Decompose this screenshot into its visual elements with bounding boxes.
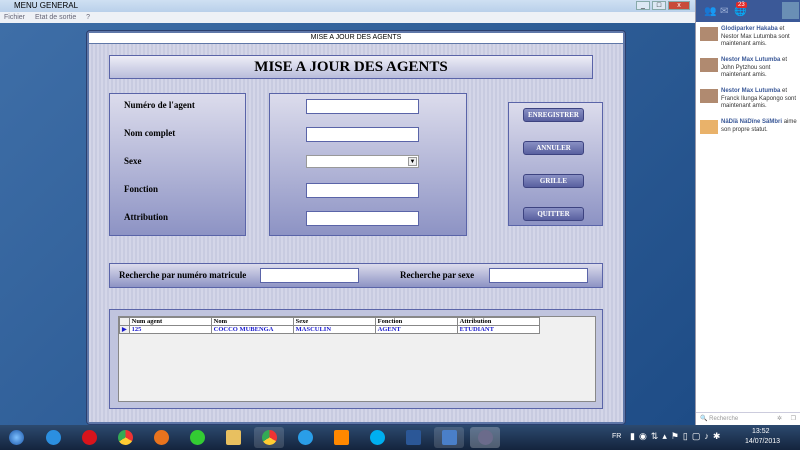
- fields-panel: ▼: [269, 93, 467, 236]
- cell[interactable]: COCCO MUBENGA: [210, 325, 294, 334]
- facebook-sidebar: 👥 ✉ 🌐 23 Glodiparker Hakaba et Nestor Ma…: [695, 0, 800, 425]
- col-nom[interactable]: Nom: [210, 317, 294, 326]
- media-player-icon[interactable]: [290, 427, 320, 448]
- agents-dialog: MISE A JOUR DES AGENTS MISE A JOUR DES A…: [86, 30, 626, 425]
- col-attribution[interactable]: Attribution: [456, 317, 540, 326]
- facebook-search-input[interactable]: 🔍 Recherche ✲ ❐: [696, 412, 800, 425]
- nom-input[interactable]: [306, 127, 419, 142]
- list-item[interactable]: NäDïä NäDïne SäMbri aime son propre stat…: [700, 119, 800, 134]
- label-attribution: Attribution: [124, 212, 169, 222]
- list-item[interactable]: Nestor Max Lutumba et John Pytzhou sont …: [700, 57, 800, 80]
- clock-date[interactable]: 14/07/2013: [745, 438, 780, 445]
- page-heading: MISE A JOUR DES AGENTS: [109, 55, 593, 79]
- maximize-button[interactable]: □: [652, 1, 666, 10]
- chrome-window-icon[interactable]: [254, 427, 284, 448]
- firefox-icon[interactable]: [146, 427, 176, 448]
- word-icon[interactable]: [398, 427, 428, 448]
- actions-panel: ENREGISTRER ANNULER GRILLE QUITTER: [508, 102, 603, 226]
- fonction-input[interactable]: [306, 183, 419, 198]
- menu-fichier[interactable]: Fichier: [4, 14, 25, 21]
- row-selector-icon[interactable]: ▶: [119, 325, 130, 334]
- start-button[interactable]: [2, 427, 30, 448]
- friend-name: Nestor Max Lutumba: [721, 88, 781, 94]
- cell[interactable]: 125: [128, 325, 212, 334]
- language-indicator[interactable]: FR: [612, 433, 621, 440]
- grille-button[interactable]: GRILLE: [523, 174, 584, 188]
- avatar: [700, 27, 718, 41]
- col-num-agent[interactable]: Num agent: [128, 317, 212, 326]
- taskbar: FR ▮◉⇅▴⚑▯▢♪✱ 13:52 14/07/2013: [0, 425, 800, 450]
- cell[interactable]: MASCULIN: [292, 325, 376, 334]
- facebook-toolbar: 👥 ✉ 🌐 23: [696, 0, 800, 22]
- explorer-icon[interactable]: [218, 427, 248, 448]
- label-fonction: Fonction: [124, 184, 159, 194]
- col-fonction[interactable]: Fonction: [374, 317, 458, 326]
- vlc-icon[interactable]: [326, 427, 356, 448]
- ie-icon[interactable]: [38, 427, 68, 448]
- chevron-down-icon[interactable]: ▼: [408, 157, 417, 166]
- labels-panel: Numéro de l'agent Nom complet Sexe Fonct…: [109, 93, 246, 236]
- agents-grid[interactable]: Num agent Nom Sexe Fonction Attribution …: [118, 316, 596, 402]
- table-row[interactable]: ▶ 125 COCCO MUBENGA MASCULIN AGENT ETUDI…: [119, 325, 540, 334]
- annuler-button[interactable]: ANNULER: [523, 141, 584, 155]
- numero-input[interactable]: [306, 99, 419, 114]
- minimize-button[interactable]: _: [636, 1, 650, 10]
- search-sexe-label: Recherche par sexe: [400, 270, 475, 280]
- close-button[interactable]: x: [668, 1, 690, 10]
- grid-frame: Num agent Nom Sexe Fonction Attribution …: [109, 309, 603, 409]
- list-item[interactable]: Glodiparker Hakaba et Nestor Max Lutumba…: [700, 26, 800, 49]
- dialog-title: MISE A JOUR DES AGENTS: [89, 33, 623, 43]
- label-numero: Numéro de l'agent: [124, 100, 195, 110]
- clock-time[interactable]: 13:52: [752, 428, 770, 435]
- menu-help[interactable]: ?: [86, 14, 90, 21]
- search-panel: Recherche par numéro matricule Recherche…: [109, 263, 603, 288]
- menu-bar: Fichier Etat de sortie ?: [0, 12, 695, 23]
- app-green-icon[interactable]: [182, 427, 212, 448]
- cell[interactable]: ETUDIANT: [456, 325, 540, 334]
- menu-etat-de-sortie[interactable]: Etat de sortie: [35, 14, 76, 21]
- attribution-input[interactable]: [306, 211, 419, 226]
- messages-icon[interactable]: ✉: [720, 6, 728, 17]
- friends-icon[interactable]: 👥: [704, 6, 716, 17]
- search-matricule-input[interactable]: [260, 268, 359, 283]
- col-sexe[interactable]: Sexe: [292, 317, 376, 326]
- friend-name: Nestor Max Lutumba: [721, 57, 781, 63]
- friend-name: NäDïä NäDïne SäMbri: [721, 119, 783, 125]
- notification-badge: 23: [736, 2, 747, 8]
- search-sexe-input[interactable]: [489, 268, 588, 283]
- skype-icon[interactable]: [362, 427, 392, 448]
- chrome-icon[interactable]: [110, 427, 140, 448]
- avatar: [700, 120, 718, 134]
- messenger-icon[interactable]: [434, 427, 464, 448]
- search-matricule-label: Recherche par numéro matricule: [119, 270, 247, 280]
- enregistrer-button[interactable]: ENREGISTRER: [523, 108, 584, 122]
- tray-icons[interactable]: ▮◉⇅▴⚑▯▢♪✱: [630, 431, 724, 442]
- cell[interactable]: AGENT: [374, 325, 458, 334]
- sexe-select[interactable]: ▼: [306, 155, 419, 168]
- app-title: MENU GENERAL: [14, 1, 79, 10]
- opera-icon[interactable]: [74, 427, 104, 448]
- app-title-bar: MENU GENERAL _ □ x: [0, 0, 695, 12]
- label-sexe: Sexe: [124, 156, 142, 166]
- row-header-corner: [119, 317, 130, 326]
- app-window-icon[interactable]: [470, 427, 500, 448]
- friend-name: Glodiparker Hakaba: [721, 26, 778, 32]
- avatar: [700, 58, 718, 72]
- list-item[interactable]: Nestor Max Lutumba et Franck Ilunga Kapo…: [700, 88, 800, 111]
- search-placeholder: Recherche: [709, 416, 739, 422]
- quitter-button[interactable]: QUITTER: [523, 207, 584, 221]
- label-nom: Nom complet: [124, 128, 176, 138]
- dialog-body: MISE A JOUR DES AGENTS Numéro de l'agent…: [89, 44, 623, 422]
- avatar[interactable]: [782, 2, 799, 19]
- avatar: [700, 89, 718, 103]
